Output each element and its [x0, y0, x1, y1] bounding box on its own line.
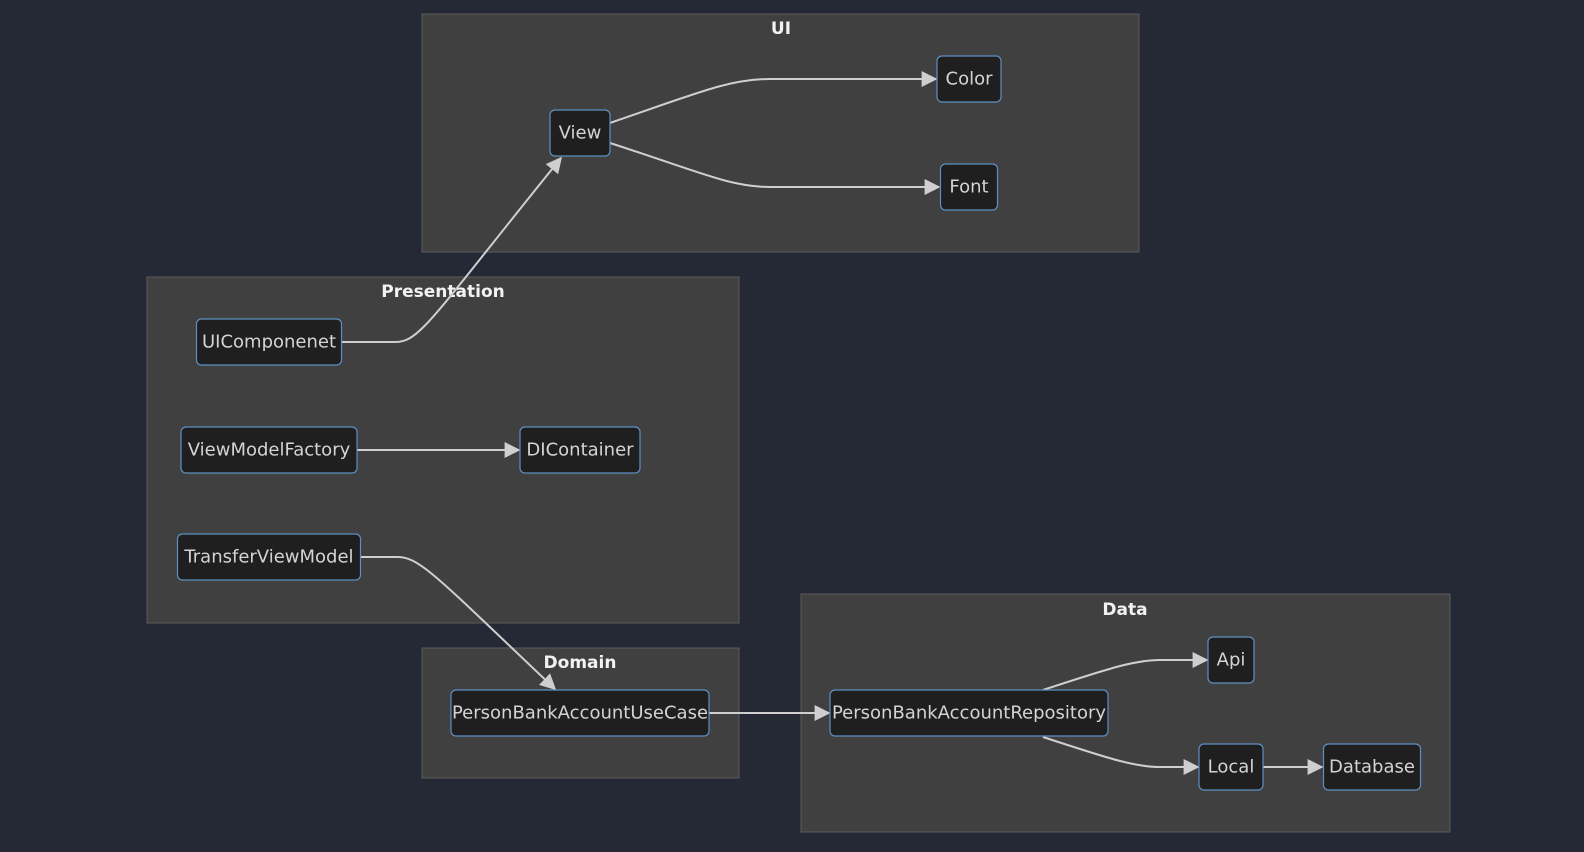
node-label: Color — [946, 69, 994, 90]
cluster-title: UI — [771, 19, 791, 39]
node-PersonBankAccountRepository[interactable]: PersonBankAccountRepository — [829, 689, 1109, 737]
node-Api[interactable]: Api — [1207, 636, 1255, 684]
node-label: Database — [1329, 757, 1415, 778]
node-DIContainer[interactable]: DIContainer — [519, 426, 641, 474]
node-Font[interactable]: Font — [939, 163, 999, 211]
cluster-ui: UI — [421, 13, 1140, 253]
node-label: ViewModelFactory — [188, 440, 351, 461]
cluster-box — [421, 13, 1140, 253]
node-View[interactable]: View — [549, 109, 611, 157]
node-label: DIContainer — [526, 440, 634, 461]
node-PersonBankAccountUseCase[interactable]: PersonBankAccountUseCase — [450, 689, 710, 737]
node-label: Api — [1217, 650, 1246, 671]
node-ViewModelFactory[interactable]: ViewModelFactory — [180, 426, 358, 474]
node-label: View — [559, 123, 602, 144]
cluster-title: Domain — [544, 653, 617, 673]
node-label: Font — [949, 177, 988, 198]
node-Database[interactable]: Database — [1322, 743, 1422, 791]
node-Local[interactable]: Local — [1198, 743, 1264, 791]
node-label: Local — [1208, 757, 1255, 778]
cluster-title: Data — [1102, 600, 1147, 620]
cluster-title: Presentation — [381, 282, 504, 302]
node-Color[interactable]: Color — [936, 55, 1002, 103]
node-TransferViewModel[interactable]: TransferViewModel — [176, 533, 362, 581]
node-label: PersonBankAccountRepository — [832, 703, 1106, 724]
node-label: UIComponenet — [202, 332, 336, 353]
node-label: TransferViewModel — [183, 547, 353, 568]
node-label: PersonBankAccountUseCase — [452, 703, 708, 724]
flowchart-diagram: UI Presentation Domain Data View Color Font UI… — [146, 13, 1451, 833]
node-UIComponenet[interactable]: UIComponenet — [195, 318, 343, 366]
